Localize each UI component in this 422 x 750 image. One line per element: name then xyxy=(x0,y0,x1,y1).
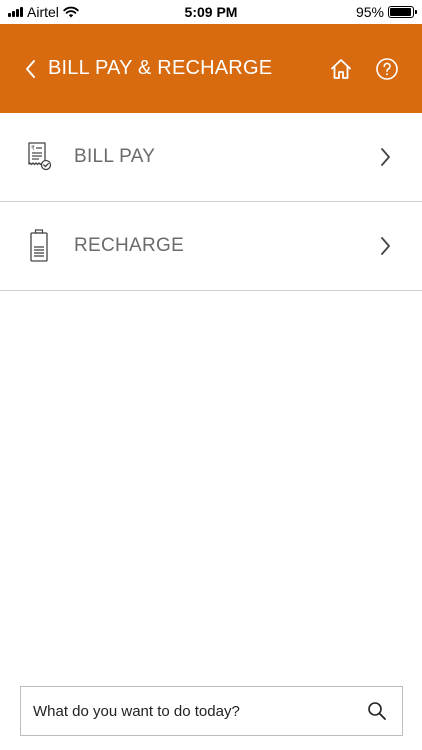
page-title: BILL PAY & RECHARGE xyxy=(48,57,273,79)
svg-text:₹: ₹ xyxy=(31,145,35,152)
carrier-name: Airtel xyxy=(27,4,59,20)
status-left: Airtel xyxy=(8,4,79,20)
header-actions xyxy=(328,56,400,82)
search-button[interactable] xyxy=(366,700,388,722)
status-right: 95% xyxy=(355,4,417,20)
search-bar xyxy=(20,686,403,736)
home-icon xyxy=(331,58,351,79)
menu-item-label: RECHARGE xyxy=(74,235,185,256)
chevron-right-icon xyxy=(378,147,394,167)
home-button[interactable] xyxy=(328,56,354,82)
wifi-icon xyxy=(63,6,79,18)
chevron-left-icon xyxy=(26,59,35,78)
bill-receipt-icon: ₹ xyxy=(24,140,54,174)
battery-percent: 95% xyxy=(355,4,384,20)
back-button[interactable] xyxy=(12,49,48,89)
status-bar: Airtel 5:09 PM 95% xyxy=(0,0,422,24)
battery-recharge-icon xyxy=(24,229,54,263)
help-circle-icon xyxy=(376,57,398,80)
menu-item-bill-pay[interactable]: ₹ BILL PAY xyxy=(0,113,422,202)
app-header: BILL PAY & RECHARGE xyxy=(0,24,422,113)
signal-strength-icon xyxy=(8,7,23,17)
battery-icon xyxy=(388,6,417,18)
battery-fill xyxy=(390,8,411,16)
menu-item-label: BILL PAY xyxy=(74,146,156,167)
chevron-right-icon xyxy=(378,236,394,256)
help-button[interactable] xyxy=(374,56,400,82)
menu-list: ₹ BILL PAY RECHARGE xyxy=(0,113,422,291)
search-input[interactable] xyxy=(21,687,366,735)
screen: Airtel 5:09 PM 95% BILL PAY & RECHARGE ₹… xyxy=(0,0,422,750)
search-icon xyxy=(368,702,386,720)
menu-item-recharge[interactable]: RECHARGE xyxy=(0,202,422,291)
